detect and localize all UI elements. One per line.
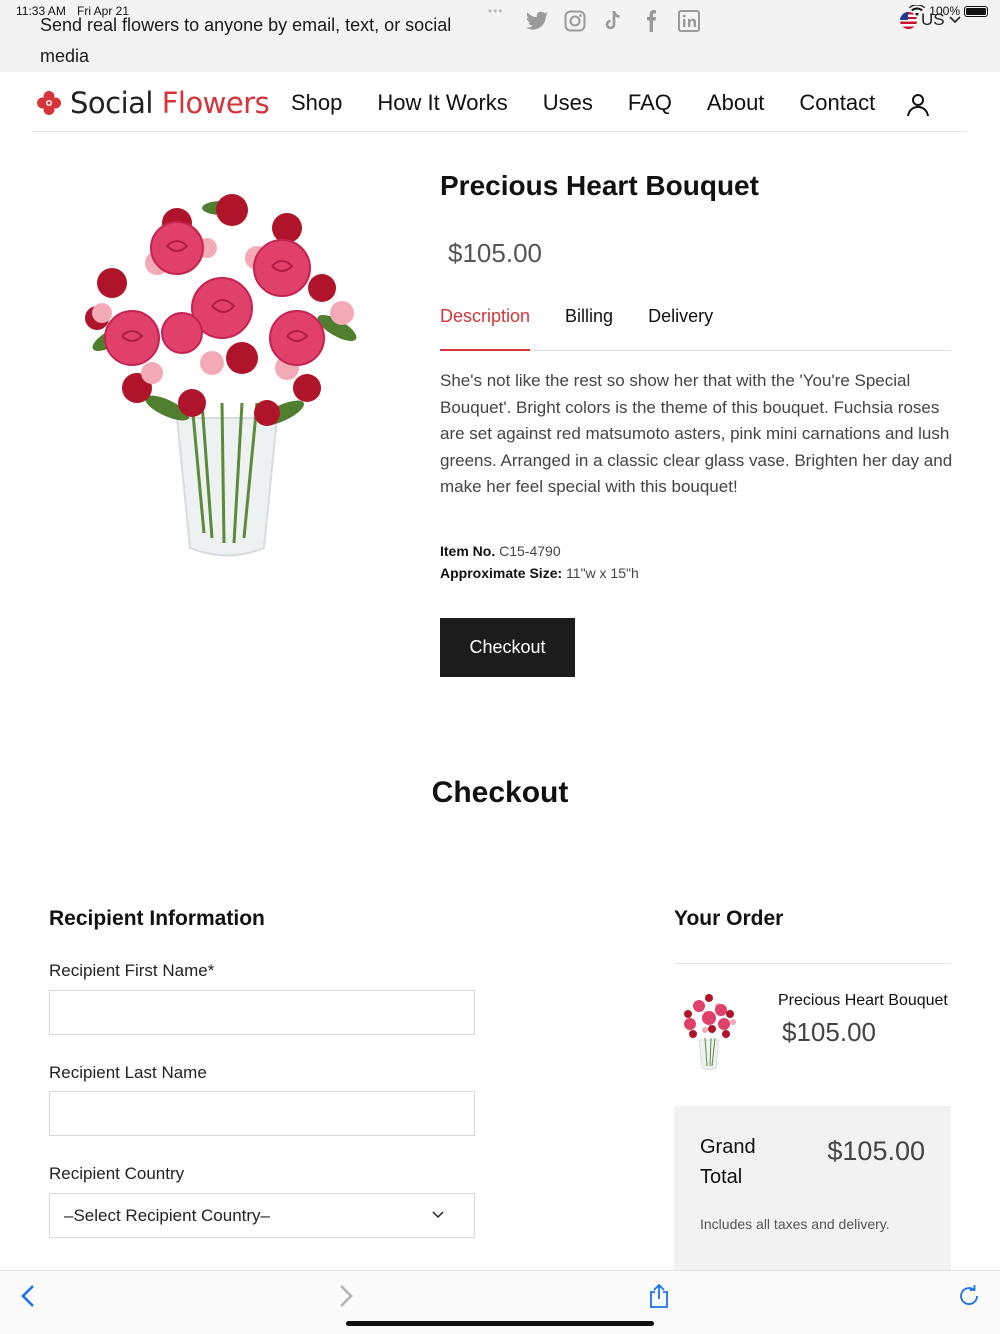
main-nav: Social Flowers Shop How It Works Uses FA… bbox=[32, 72, 967, 132]
order-item-price: $105.00 bbox=[782, 1017, 876, 1047]
includes-note: Includes all taxes and delivery. bbox=[700, 1216, 890, 1232]
logo[interactable]: Social Flowers bbox=[36, 86, 270, 120]
share-icon[interactable] bbox=[646, 1283, 672, 1309]
battery-icon bbox=[964, 5, 988, 17]
nav-uses[interactable]: Uses bbox=[543, 90, 593, 116]
first-name-label: Recipient First Name* bbox=[49, 961, 215, 980]
logo-word-2: Flowers bbox=[161, 86, 270, 120]
forward-icon[interactable] bbox=[332, 1283, 358, 1309]
item-no-label: Item No. bbox=[440, 543, 496, 559]
linkedin-icon[interactable] bbox=[676, 8, 702, 34]
flower-logo-icon bbox=[37, 91, 61, 115]
nav-how-it-works[interactable]: How It Works bbox=[377, 90, 507, 116]
tab-delivery[interactable]: Delivery bbox=[648, 306, 713, 351]
social-links bbox=[524, 8, 702, 34]
order-title: Your Order bbox=[674, 907, 784, 930]
logo-text: Social Flowers bbox=[70, 86, 270, 120]
country-select[interactable]: –Select Recipient Country– bbox=[49, 1193, 475, 1238]
tiktok-icon[interactable] bbox=[600, 8, 626, 34]
size-value: 11"w x 15"h bbox=[566, 565, 639, 581]
nav-links: Shop How It Works Uses FAQ About Contact bbox=[291, 90, 910, 116]
user-account-icon[interactable] bbox=[906, 92, 930, 118]
chevron-down-icon bbox=[949, 16, 961, 24]
product-image bbox=[85, 194, 357, 557]
nav-faq[interactable]: FAQ bbox=[628, 90, 672, 116]
back-icon[interactable] bbox=[16, 1283, 42, 1309]
locale-label: US bbox=[921, 10, 945, 29]
product-description: She's not like the rest so show her that… bbox=[440, 371, 953, 496]
first-name-input[interactable] bbox=[49, 990, 475, 1035]
product-title: Precious Heart Bouquet bbox=[440, 170, 759, 201]
recipient-title: Recipient Information bbox=[49, 907, 265, 930]
chevron-down-icon bbox=[432, 1211, 444, 1219]
logo-word-1: Social bbox=[70, 86, 153, 120]
reload-icon[interactable] bbox=[956, 1283, 982, 1309]
tab-description[interactable]: Description bbox=[440, 306, 531, 351]
item-meta: Item No. C15-4790 Approximate Size: 11"w… bbox=[440, 540, 639, 584]
grand-total-label: Grand Total bbox=[700, 1136, 756, 1188]
last-name-input[interactable] bbox=[49, 1091, 475, 1136]
facebook-icon[interactable] bbox=[638, 8, 664, 34]
instagram-icon[interactable] bbox=[562, 8, 588, 34]
tab-billing[interactable]: Billing bbox=[565, 306, 613, 351]
grand-total-value: $105.00 bbox=[827, 1136, 925, 1166]
order-item-thumbnail bbox=[684, 994, 736, 1070]
grand-total-box: Grand Total $105.00 Includes all taxes a… bbox=[674, 1106, 951, 1276]
multitask-dots-icon[interactable]: ••• bbox=[488, 4, 504, 18]
checkout-heading: Checkout bbox=[431, 776, 569, 809]
twitter-icon[interactable] bbox=[524, 8, 550, 34]
item-no-value: C15-4790 bbox=[499, 543, 561, 559]
nav-about[interactable]: About bbox=[707, 90, 765, 116]
product-price: $105.00 bbox=[448, 238, 542, 268]
locale-selector[interactable]: US bbox=[900, 10, 961, 30]
nav-shop[interactable]: Shop bbox=[291, 90, 342, 116]
order-item-name: Precious Heart Bouquet bbox=[778, 992, 948, 1009]
last-name-label: Recipient Last Name bbox=[49, 1063, 207, 1082]
promo-text: Send real flowers to anyone by email, te… bbox=[40, 15, 452, 66]
country-label: Recipient Country bbox=[49, 1164, 185, 1183]
product-tabs: Description Billing Delivery bbox=[440, 306, 951, 351]
checkout-button[interactable]: Checkout bbox=[440, 618, 575, 677]
order-divider bbox=[674, 963, 951, 964]
us-flag-icon bbox=[900, 11, 917, 29]
nav-contact[interactable]: Contact bbox=[799, 90, 875, 116]
size-label: Approximate Size: bbox=[440, 565, 563, 581]
country-select-value: –Select Recipient Country– bbox=[64, 1205, 271, 1225]
promo-bar: 11:33 AM Fri Apr 21 Send real flowers to… bbox=[0, 0, 1000, 72]
home-indicator[interactable] bbox=[346, 1321, 654, 1326]
